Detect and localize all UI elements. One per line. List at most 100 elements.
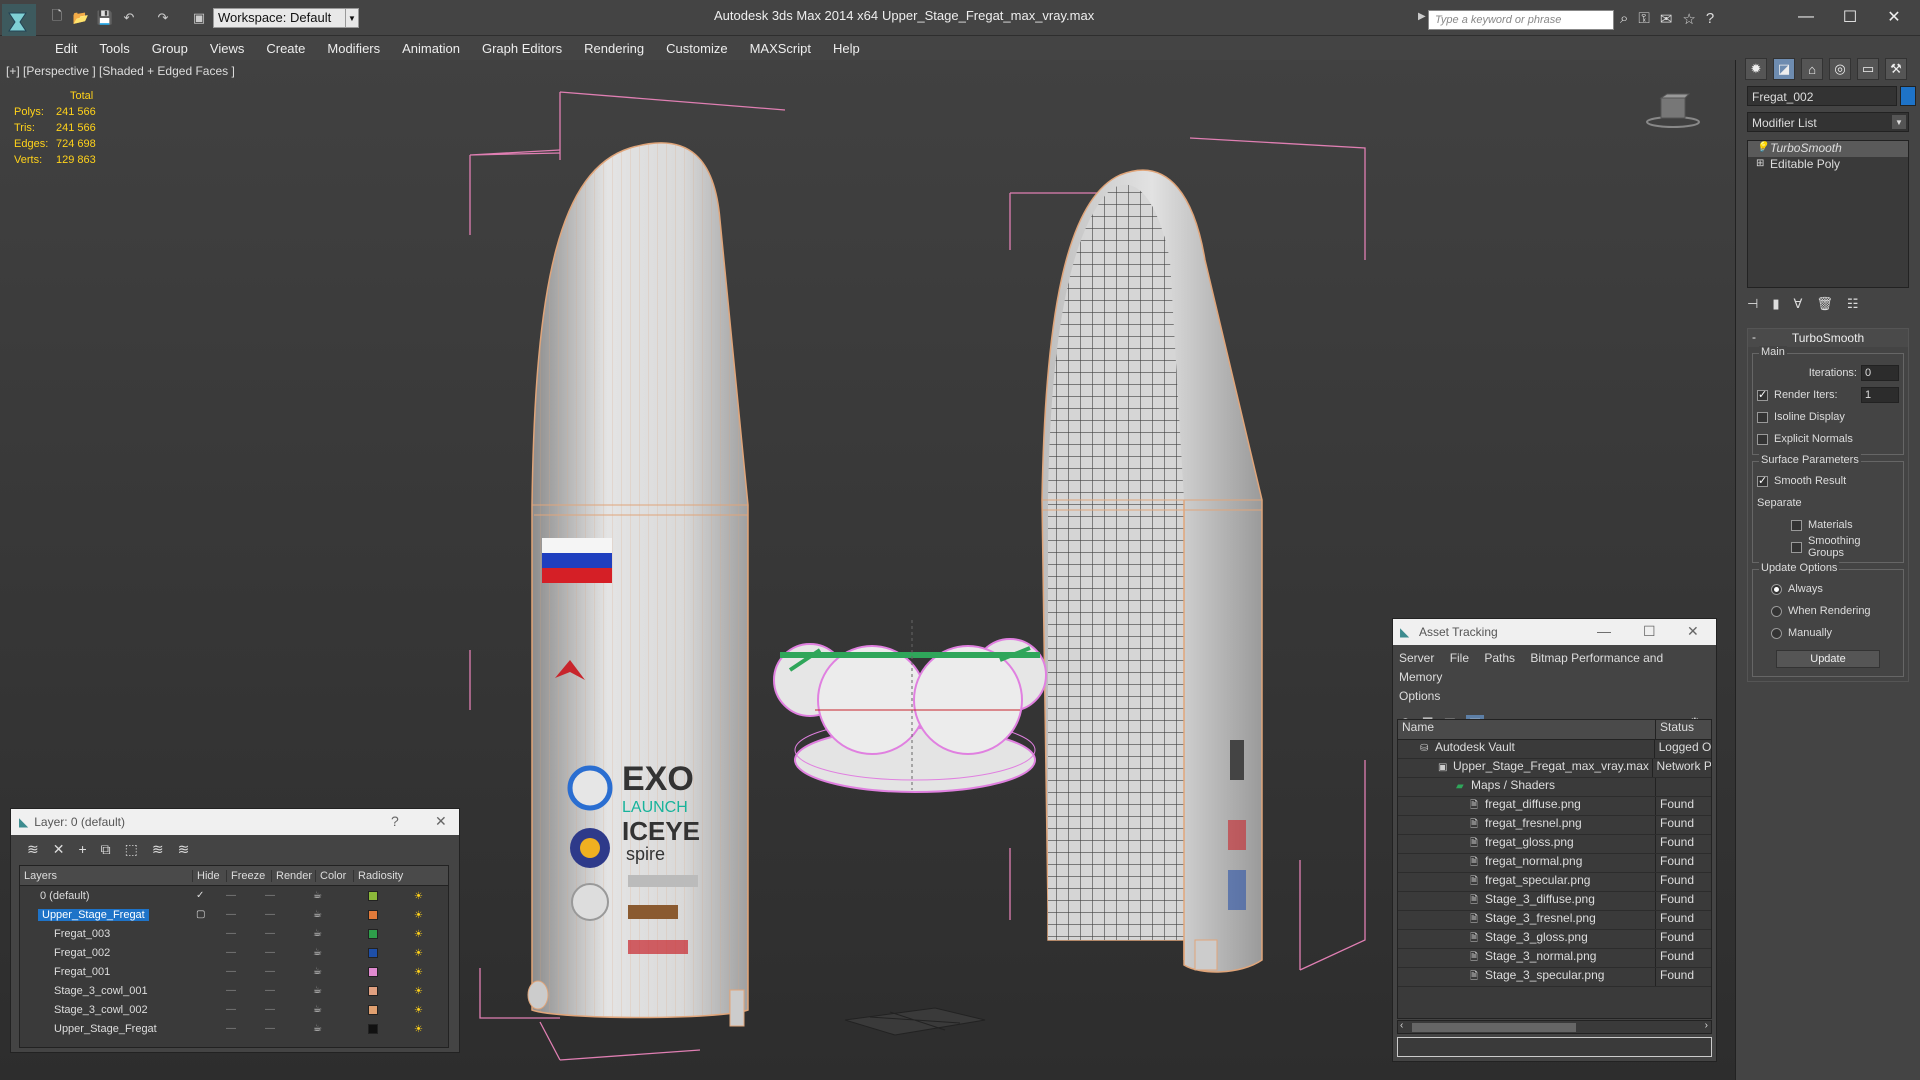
radiosity-icon[interactable]: ☀: [414, 1005, 428, 1016]
table-row[interactable]: 🗎 fregat_normal.png Found: [1398, 854, 1711, 873]
layer-row[interactable]: Upper_Stage_Fregat ▢ — — ☕ ☀: [20, 905, 448, 924]
layer-row[interactable]: Fregat_002 — — ☕ ☀: [20, 943, 448, 962]
table-row[interactable]: 🗎 Stage_3_normal.png Found: [1398, 949, 1711, 968]
modifier-stack[interactable]: 💡 TurboSmooth ⊞ Editable Poly: [1747, 140, 1909, 288]
radiosity-icon[interactable]: ☀: [414, 891, 428, 902]
save-file-icon[interactable]: 💾: [96, 9, 114, 27]
column-header[interactable]: Hide: [192, 869, 226, 882]
workspace-dropdown[interactable]: Workspace: Default: [213, 8, 359, 28]
motion-tab-icon[interactable]: ◎: [1829, 58, 1851, 80]
layer-color-swatch[interactable]: [368, 947, 378, 958]
fregat-upper-stage[interactable]: [773, 620, 1047, 793]
app-menu-button[interactable]: [2, 4, 36, 40]
layer-row[interactable]: Fregat_001 — — ☕ ☀: [20, 962, 448, 981]
delete-layer-icon[interactable]: ✕: [53, 841, 65, 858]
layer-color-swatch[interactable]: [368, 928, 378, 939]
create-layer-icon[interactable]: ≋: [27, 841, 39, 858]
render-teapot-icon[interactable]: ☕: [313, 947, 322, 958]
object-color-swatch[interactable]: [1900, 86, 1916, 106]
display-tab-icon[interactable]: ▭: [1857, 58, 1879, 80]
table-row[interactable]: ▣ Upper_Stage_Fregat_max_vray.max Network…: [1398, 759, 1711, 778]
asset-table[interactable]: Name Status ⛁ Autodesk Vault Logged O ▣ Up…: [1397, 719, 1712, 1019]
menu-options[interactable]: Options: [1399, 689, 1440, 703]
isoline-checkbox[interactable]: [1757, 411, 1768, 423]
iterations-spinner[interactable]: 0: [1861, 365, 1899, 381]
expand-icon[interactable]: ⊞: [1756, 158, 1766, 170]
maximize-button[interactable]: ☐: [1830, 4, 1870, 30]
column-header[interactable]: Layers: [20, 870, 192, 882]
lightbulb-icon[interactable]: 💡: [1756, 142, 1768, 154]
table-row[interactable]: 🗎 Stage_3_fresnel.png Found: [1398, 911, 1711, 930]
radiosity-icon[interactable]: ☀: [414, 929, 428, 940]
column-header[interactable]: Radiosity: [353, 869, 413, 882]
freeze-toggle[interactable]: —: [265, 1023, 275, 1034]
freeze-toggle[interactable]: —: [265, 947, 275, 958]
menu-views[interactable]: Views: [210, 41, 244, 56]
table-row[interactable]: 🗎 Stage_3_gloss.png Found: [1398, 930, 1711, 949]
freeze-toggle[interactable]: —: [265, 890, 275, 901]
radiosity-icon[interactable]: ☀: [414, 1024, 428, 1035]
column-header[interactable]: Render: [271, 869, 315, 882]
render-teapot-icon[interactable]: ☕: [313, 985, 322, 996]
help-button[interactable]: ?: [391, 813, 399, 829]
stack-item-turbosmooth[interactable]: 💡 TurboSmooth: [1748, 141, 1908, 157]
menu-maxscript[interactable]: MAXScript: [750, 41, 811, 56]
materials-checkbox[interactable]: [1791, 519, 1802, 531]
modify-tab-icon[interactable]: ◪: [1773, 58, 1795, 80]
column-header[interactable]: Name: [1398, 720, 1656, 739]
maximize-button[interactable]: ☐: [1643, 623, 1656, 640]
hide-all-icon[interactable]: ≋: [152, 841, 164, 858]
modifier-list-dropdown[interactable]: Modifier List ▼: [1747, 112, 1909, 132]
hide-toggle[interactable]: —: [226, 1023, 236, 1034]
menu-bitmap-performance[interactable]: Bitmap Performance and Memory: [1399, 651, 1663, 684]
layer-window-titlebar[interactable]: ◣ Layer: 0 (default) ? ✕: [11, 809, 459, 835]
binoculars-icon[interactable]: ⌕: [1620, 10, 1628, 28]
menu-create[interactable]: Create: [266, 41, 305, 56]
manually-radio[interactable]: [1771, 627, 1782, 639]
table-row[interactable]: 🗎 Stage_3_specular.png Found: [1398, 968, 1711, 987]
update-button[interactable]: Update: [1776, 650, 1880, 668]
hide-toggle[interactable]: —: [226, 909, 236, 920]
menu-customize[interactable]: Customize: [666, 41, 727, 56]
layer-color-swatch[interactable]: [368, 985, 378, 996]
table-row[interactable]: 🗎 fregat_specular.png Found: [1398, 873, 1711, 892]
select-in-layer-icon[interactable]: ⧉: [101, 841, 111, 858]
left-fairing[interactable]: EXO LAUNCH ICEYE spire: [527, 142, 749, 1027]
table-row[interactable]: 🗎 fregat_fresnel.png Found: [1398, 816, 1711, 835]
hide-toggle[interactable]: —: [226, 928, 236, 939]
menu-file[interactable]: File: [1450, 651, 1469, 665]
expand-icon[interactable]: ▶: [1418, 11, 1426, 22]
smoothing-groups-checkbox[interactable]: [1791, 541, 1802, 553]
pin-stack-icon[interactable]: ⊣: [1747, 296, 1758, 312]
column-header[interactable]: Freeze: [226, 869, 271, 882]
open-file-icon[interactable]: 📂: [72, 9, 90, 27]
layer-color-swatch[interactable]: [368, 1023, 378, 1034]
minimize-button[interactable]: —: [1597, 623, 1611, 639]
layer-color-swatch[interactable]: [368, 966, 378, 977]
radiosity-icon[interactable]: ☀: [414, 967, 428, 978]
rollout-header[interactable]: - TurboSmooth: [1748, 329, 1908, 347]
menu-tools[interactable]: Tools: [99, 41, 129, 56]
column-header[interactable]: Status: [1656, 720, 1694, 739]
radiosity-icon[interactable]: ☀: [414, 948, 428, 959]
layer-color-swatch[interactable]: [368, 909, 378, 920]
close-icon[interactable]: ✕: [1687, 623, 1699, 640]
always-radio[interactable]: [1771, 583, 1782, 595]
scroll-left-icon[interactable]: ‹: [1400, 1020, 1403, 1031]
highlight-selected-icon[interactable]: ⬚: [125, 841, 138, 858]
menu-animation[interactable]: Animation: [402, 41, 460, 56]
table-row[interactable]: 🗎 fregat_diffuse.png Found: [1398, 797, 1711, 816]
render-teapot-icon[interactable]: ☕: [313, 909, 322, 920]
subscription-icon[interactable]: ⚿: [1638, 10, 1649, 28]
menu-graph-editors[interactable]: Graph Editors: [482, 41, 562, 56]
close-icon[interactable]: ✕: [435, 813, 447, 830]
freeze-toggle[interactable]: —: [265, 909, 275, 920]
layer-color-swatch[interactable]: [368, 890, 378, 901]
hide-toggle[interactable]: —: [226, 890, 236, 901]
freeze-toggle[interactable]: —: [265, 985, 275, 996]
hide-toggle[interactable]: —: [226, 966, 236, 977]
make-unique-icon[interactable]: ∀: [1793, 296, 1802, 312]
remove-modifier-icon[interactable]: 🗑: [1816, 296, 1833, 312]
table-row[interactable]: 🗎 Stage_3_diffuse.png Found: [1398, 892, 1711, 911]
hide-toggle[interactable]: —: [226, 947, 236, 958]
